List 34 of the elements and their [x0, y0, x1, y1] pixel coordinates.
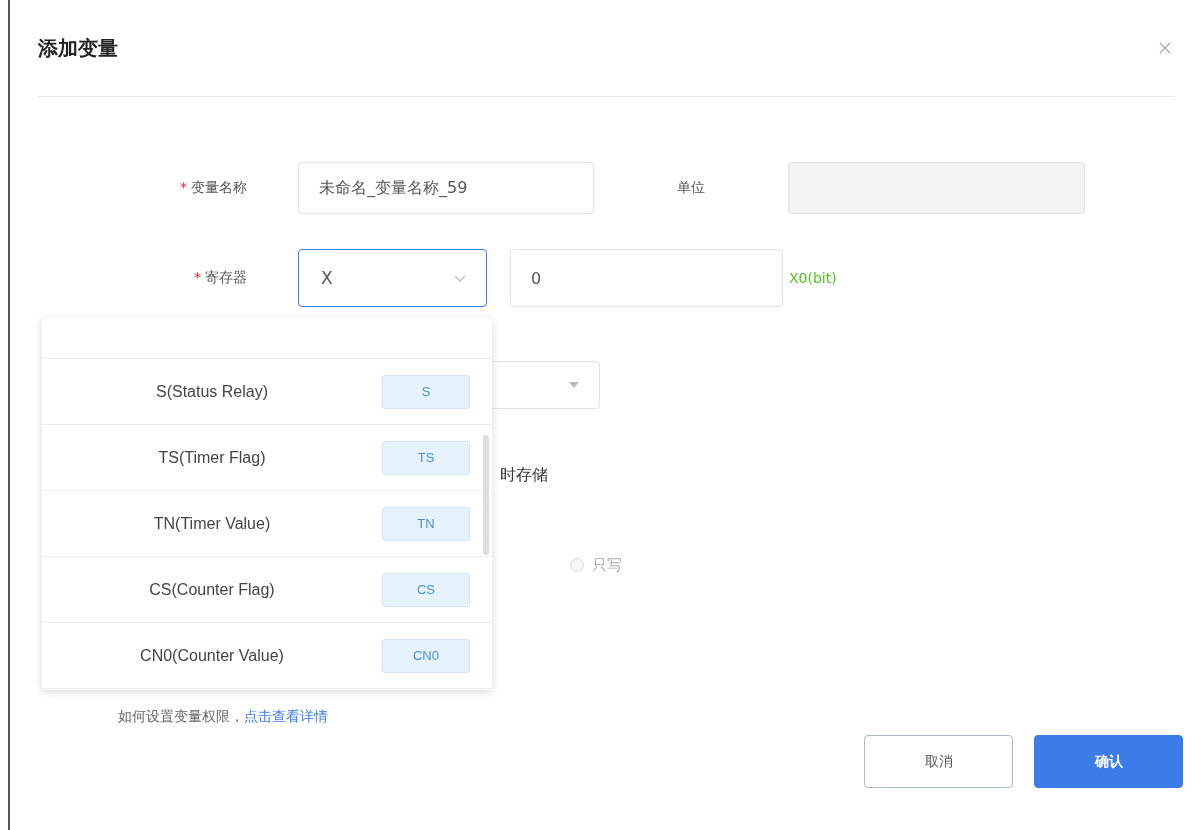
option-tag: CS	[382, 572, 470, 607]
option-tag: TS	[382, 440, 470, 475]
dropdown-option[interactable]: TS(Timer Flag) TS	[42, 425, 492, 491]
caret-down-icon	[569, 382, 579, 388]
field-label: 变量名称	[191, 179, 247, 195]
chevron-down-icon	[454, 274, 466, 282]
field-label: 单位	[676, 179, 706, 197]
option-label: TS(Timer Flag)	[157, 448, 267, 467]
address-hint: X0(bit)	[789, 270, 837, 286]
dropdown-option[interactable]: CN0(Counter Value) CN0	[42, 623, 492, 689]
address-input[interactable]: 0	[510, 249, 783, 307]
help-text: 如何设置变量权限，	[118, 708, 244, 724]
option-tag: S	[382, 374, 470, 409]
close-icon[interactable]	[1159, 42, 1171, 54]
dropdown-option[interactable]: CS(Counter Flag) CS	[42, 557, 492, 623]
dropdown-option[interactable]: S(Status Relay) S	[42, 359, 492, 425]
scrollbar-thumb[interactable]	[483, 435, 489, 555]
required-marker: *	[180, 179, 187, 195]
name-input[interactable]: 未命名_变量名称_59	[298, 162, 594, 214]
details-link[interactable]: 点击查看详情	[244, 708, 328, 724]
option-label: S(Status Relay)	[154, 382, 269, 401]
register-select[interactable]: X	[298, 249, 487, 307]
option-tag: CN0	[382, 638, 470, 673]
confirm-button[interactable]: 确认	[1034, 735, 1183, 788]
field-label: 寄存器	[205, 269, 247, 285]
option-tag: TN	[382, 506, 470, 541]
dialog-title: 添加变量	[38, 34, 118, 62]
option-label: CN0(Counter Value)	[139, 646, 285, 665]
required-marker: *	[194, 269, 201, 285]
option-label: CS(Counter Flag)	[148, 580, 276, 599]
checkbox-label: 时存储	[500, 464, 548, 486]
dropdown-option[interactable]: TN(Timer Value) TN	[42, 491, 492, 557]
cancel-button[interactable]: 取消	[864, 735, 1013, 788]
option-label: TN(Timer Value)	[152, 514, 272, 533]
